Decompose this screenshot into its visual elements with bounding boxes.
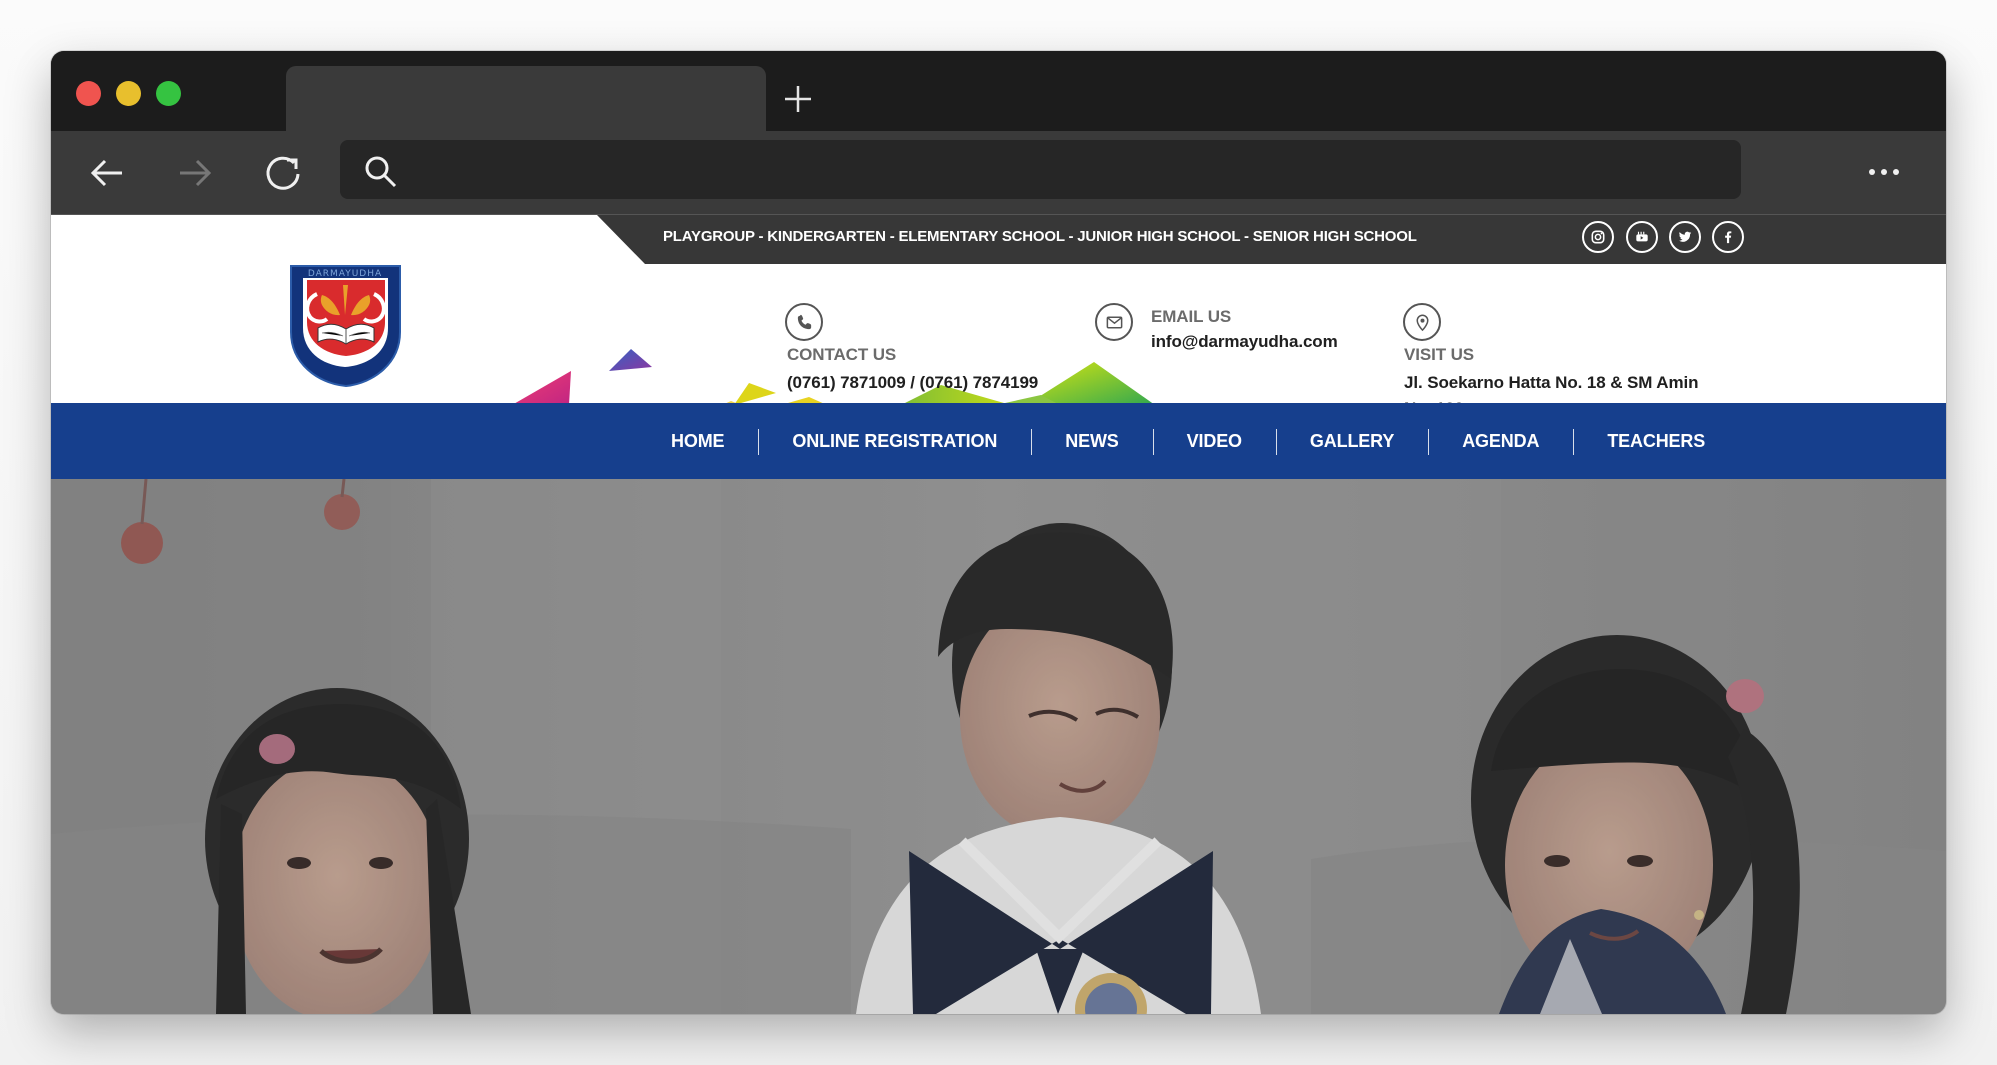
arrow-right-icon <box>180 159 212 187</box>
search-icon <box>365 156 397 188</box>
minimize-window-button[interactable] <box>116 81 141 106</box>
active-browser-tab[interactable] <box>286 66 766 132</box>
hero-image <box>51 479 1946 1014</box>
top-info-bar: PLAYGROUP - KINDERGARTEN - ELEMENTARY SC… <box>597 215 1946 264</box>
more-icon <box>1869 169 1899 175</box>
facebook-icon <box>1725 231 1732 244</box>
contact-us-title: CONTACT US <box>787 345 897 364</box>
twitter-icon <box>1678 231 1692 242</box>
main-navigation: HOME ONLINE REGISTRATION NEWS VIDEO GALL… <box>51 403 1946 479</box>
arrow-left-icon <box>90 159 122 187</box>
nav-online-registration[interactable]: ONLINE REGISTRATION <box>758 403 1031 479</box>
mail-icon <box>1095 303 1133 341</box>
browser-menu-button[interactable] <box>1864 160 1904 184</box>
reload-button[interactable] <box>262 152 304 194</box>
school-crest-logo: DARMAYUDHA <box>290 265 401 388</box>
youtube-button[interactable] <box>1626 221 1658 253</box>
tab-strip <box>51 51 1946 132</box>
nav-agenda[interactable]: AGENDA <box>1428 403 1573 479</box>
phone-icon <box>785 303 823 341</box>
email-address-link[interactable]: info@darmayudha.com <box>1151 329 1338 355</box>
instagram-button[interactable] <box>1582 221 1614 253</box>
children-classroom-photo <box>51 479 1946 1014</box>
back-button[interactable] <box>86 152 128 194</box>
plus-icon <box>785 86 811 112</box>
website-page: PLAYGROUP - KINDERGARTEN - ELEMENTARY SC… <box>51 215 1946 1014</box>
visit-us-title: VISIT US <box>1404 345 1475 364</box>
instagram-icon <box>1591 230 1605 244</box>
browser-chrome <box>51 51 1946 215</box>
navigation-list: HOME ONLINE REGISTRATION NEWS VIDEO GALL… <box>637 403 1739 479</box>
nav-teachers[interactable]: TEACHERS <box>1573 403 1739 479</box>
reload-icon <box>266 156 300 190</box>
close-window-button[interactable] <box>76 81 101 106</box>
location-pin-icon <box>1403 303 1441 341</box>
browser-toolbar <box>51 131 1946 215</box>
address-bar[interactable] <box>340 140 1741 199</box>
nav-news[interactable]: NEWS <box>1031 403 1152 479</box>
nav-gallery[interactable]: GALLERY <box>1275 403 1428 479</box>
contact-phone-numbers[interactable]: (0761) 7871009 / (0761) 7874199 <box>787 370 1038 396</box>
school-programs-text: PLAYGROUP - KINDERGARTEN - ELEMENTARY SC… <box>663 228 1417 245</box>
svg-text:DARMAYUDHA: DARMAYUDHA <box>308 269 382 279</box>
email-us-title: EMAIL US <box>1151 307 1232 326</box>
twitter-button[interactable] <box>1669 221 1701 253</box>
browser-window: PLAYGROUP - KINDERGARTEN - ELEMENTARY SC… <box>51 51 1946 1014</box>
nav-home[interactable]: HOME <box>637 403 758 479</box>
nav-video[interactable]: VIDEO <box>1152 403 1276 479</box>
youtube-icon <box>1636 231 1648 242</box>
new-tab-button[interactable] <box>778 79 818 119</box>
screenshot-background: PLAYGROUP - KINDERGARTEN - ELEMENTARY SC… <box>0 0 1997 1065</box>
darmayudha-logo[interactable]: DARMAYUDHA <box>288 263 403 388</box>
facebook-button[interactable] <box>1712 221 1744 253</box>
maximize-window-button[interactable] <box>156 81 181 106</box>
forward-button[interactable] <box>174 152 216 194</box>
